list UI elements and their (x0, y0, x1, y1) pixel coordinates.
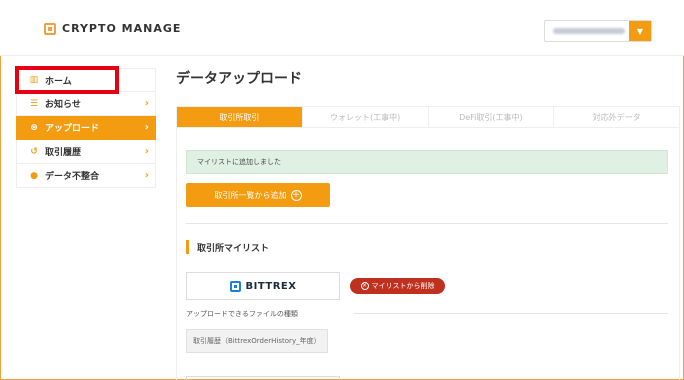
caret-down-icon[interactable]: ▼ (629, 21, 651, 41)
tab-unsupported[interactable]: 対応外データ (554, 107, 679, 127)
chevron-right-icon: › (144, 170, 149, 181)
file-type-label: アップロードできるファイルの種類 (186, 310, 298, 318)
bittrex-logo-icon (229, 280, 241, 292)
file-type-field[interactable]: 取引履歴（BittrexOrderHistory_年度） (186, 329, 328, 353)
tab-defi[interactable]: DeFi取引(工事中) (428, 107, 555, 127)
account-name-blurred (545, 21, 629, 41)
close-circle-icon: × (360, 282, 369, 290)
tab-wallet[interactable]: ウォレット(工事中) (302, 107, 429, 127)
brand-name: CRYPTO MANAGE (62, 22, 182, 35)
sidebar-item-notices[interactable]: ☰ お知らせ › (16, 92, 156, 116)
remove-from-mylist-button[interactable]: × マイリストから削除 (350, 278, 445, 294)
list-icon: ☰ (29, 98, 39, 109)
tab-exchange[interactable]: 取引所取引 (177, 107, 303, 127)
sidebar-item-upload[interactable]: ⊛ アップロード › (16, 116, 156, 140)
add-button-label: 取引所一覧から追加 (214, 190, 287, 200)
sidebar-item-label: お知らせ (45, 100, 81, 110)
plus-circle-icon: + (290, 189, 302, 201)
section-title: 取引所マイリスト (186, 240, 269, 254)
alert-icon: ● (30, 170, 38, 181)
logo-icon (44, 22, 56, 35)
sidebar-item-label: アップロード (45, 124, 100, 134)
sidebar-item-home[interactable]: ▥ ホーム (16, 68, 156, 92)
exchange-card-bittrex[interactable]: BITTREX (186, 272, 340, 300)
history-icon: ↺ (30, 146, 38, 157)
account-select[interactable]: ▼ (544, 20, 652, 42)
chart-bar-icon: ▥ (29, 75, 39, 85)
brand-logo[interactable]: CRYPTO MANAGE (44, 22, 181, 35)
remove-button-label: マイリストから削除 (371, 282, 435, 290)
sidebar-item-label: ホーム (45, 76, 72, 87)
exchange-name: BITTREX (245, 280, 297, 292)
upload-tabs: 取引所取引 ウォレット(工事中) DeFi取引(工事中) 対応外データ (176, 106, 680, 128)
sidebar-item-label: 取引履歴 (45, 148, 82, 158)
upload-icon: ⊛ (30, 122, 38, 133)
success-alert: マイリストに追加しました (186, 150, 668, 174)
sidebar-item-history[interactable]: ↺ 取引履歴 › (16, 140, 156, 164)
chevron-right-icon: › (144, 122, 149, 133)
divider (186, 223, 668, 224)
divider (354, 313, 668, 314)
sidebar-item-label: データ不整合 (45, 172, 100, 182)
chevron-right-icon: › (144, 98, 149, 109)
sidebar-item-data-mismatch[interactable]: ● データ不整合 › (16, 164, 156, 188)
add-from-exchange-list-button[interactable]: 取引所一覧から追加 + (186, 183, 330, 207)
page-title: データアップロード (176, 71, 302, 87)
next-exchange-card (186, 376, 340, 380)
sidebar-nav: ▥ ホーム ☰ お知らせ › ⊛ アップロード › ↺ 取引履歴 › ● データ… (16, 68, 156, 188)
top-header: CRYPTO MANAGE ▼ (0, 0, 684, 56)
chevron-right-icon: › (144, 146, 149, 157)
